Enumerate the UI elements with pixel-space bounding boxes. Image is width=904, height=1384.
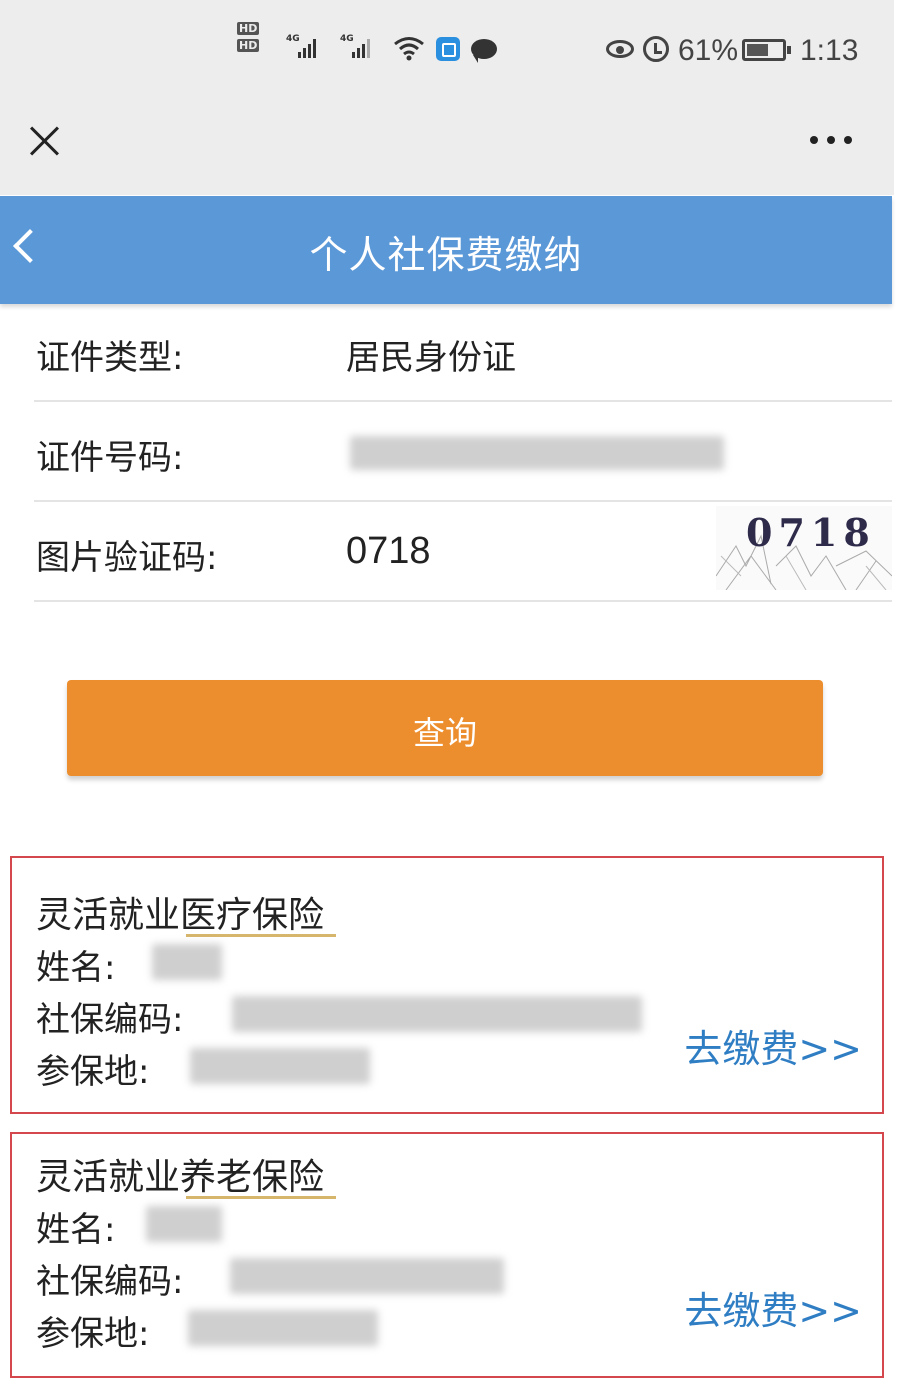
id-number-input-redacted[interactable]: [350, 436, 724, 470]
hd-badge-2: HD: [237, 39, 259, 52]
card-medical-insurance: 灵活就业医疗保险 姓名: 社保编码: 参保地: 去缴费>>: [10, 856, 884, 1114]
title-underline: [186, 1196, 336, 1199]
top-zone: HD HD 4G 4G 61% 1:13: [0, 0, 894, 195]
battery-fill: [747, 44, 768, 56]
clock: 1:13: [800, 34, 859, 67]
card-pension-insurance: 灵活就业养老保险 姓名: 社保编码: 参保地: 去缴费>>: [10, 1132, 884, 1378]
network-type-2: 4G: [340, 34, 354, 44]
network-type-1: 4G: [286, 34, 300, 44]
battery-icon: [742, 39, 791, 61]
wifi-icon: [394, 37, 424, 61]
id-type-row[interactable]: 证件类型: 居民身份证: [34, 304, 892, 402]
title-bar: 个人社保费缴纳: [0, 196, 892, 304]
card-title: 灵活就业医疗保险: [36, 895, 325, 936]
card-title: 灵活就业养老保险: [36, 1157, 325, 1198]
captcha-input[interactable]: 0718: [346, 530, 431, 573]
hd-badge-1: HD: [237, 22, 259, 35]
place-label: 参保地:: [36, 1052, 150, 1092]
name-label: 姓名:: [36, 1210, 116, 1250]
page-title: 个人社保费缴纳: [309, 233, 583, 277]
captcha-image-text: 0718: [746, 510, 876, 555]
name-value-redacted: [146, 1206, 222, 1242]
chat-icon: [471, 39, 497, 63]
captcha-image[interactable]: 0718: [716, 506, 892, 590]
battery-percent: 61%: [678, 34, 739, 67]
place-label: 参保地:: [36, 1314, 150, 1354]
pay-link[interactable]: 去缴费>>: [684, 1280, 862, 1335]
title-underline: [186, 934, 336, 937]
eye-icon: [606, 40, 634, 58]
alarm-icon: [643, 36, 669, 62]
place-value-redacted: [190, 1048, 370, 1084]
code-label: 社保编码:: [36, 1262, 184, 1302]
query-button[interactable]: 查询: [67, 680, 823, 776]
close-icon[interactable]: [28, 124, 62, 158]
pay-link[interactable]: 去缴费>>: [684, 1018, 862, 1073]
captcha-divider: [714, 600, 892, 602]
query-button-label: 查询: [412, 714, 477, 752]
name-label: 姓名:: [36, 948, 116, 988]
more-icon[interactable]: [810, 136, 854, 146]
name-value-redacted: [152, 944, 222, 980]
captcha-label: 图片验证码:: [36, 538, 218, 578]
code-value-redacted: [230, 1258, 504, 1294]
id-type-label: 证件类型:: [36, 338, 184, 378]
captcha-row: 图片验证码: 0718: [34, 502, 714, 602]
id-number-row: 证件号码:: [34, 402, 892, 502]
code-label: 社保编码:: [36, 1000, 184, 1040]
id-type-select[interactable]: 居民身份证: [346, 330, 516, 379]
status-bar: HD HD 4G 4G 61% 1:13: [0, 22, 894, 82]
id-number-label: 证件号码:: [36, 438, 184, 478]
app-notification-icon: [436, 37, 460, 61]
place-value-redacted: [188, 1310, 378, 1346]
hd-badges: HD HD: [237, 22, 259, 56]
code-value-redacted: [232, 996, 642, 1032]
